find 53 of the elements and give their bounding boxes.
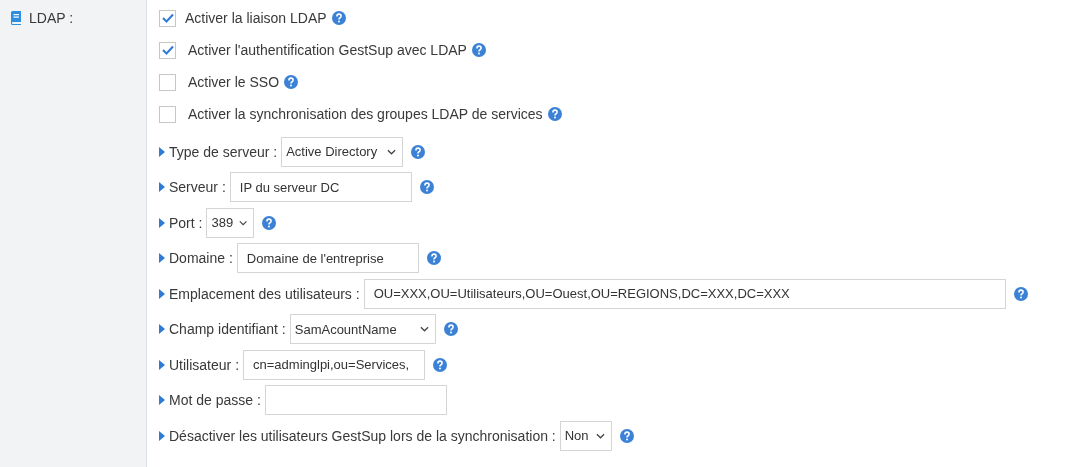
caret-icon (159, 324, 165, 335)
dropdown[interactable]: SamAcountName (289, 314, 436, 345)
help-icon[interactable] (426, 251, 441, 266)
caret-icon (159, 359, 165, 370)
field-label: Port : (169, 214, 203, 231)
help-icon[interactable] (619, 428, 634, 443)
input-field[interactable]: Domaine de l'entreprise (236, 243, 419, 274)
field-label: Mot de passe : (169, 392, 261, 409)
dropdown[interactable]: 389 (206, 207, 255, 238)
help-icon[interactable] (547, 107, 562, 121)
checkbox-label[interactable]: Activer la synchronisation des groupes LDAP de services (188, 106, 543, 122)
section-label: LDAP : (29, 10, 74, 26)
field-label: Emplacement des utilisateurs : (169, 285, 360, 302)
chevron-icon (595, 432, 605, 439)
chevron-icon (239, 219, 248, 226)
help-icon[interactable] (471, 43, 486, 57)
checkbox-label[interactable]: Activer le SSO (188, 74, 280, 90)
field-label: Domaine : (169, 250, 233, 267)
field-label: Type de serveur : (169, 143, 278, 160)
dropdown[interactable]: Non (559, 420, 612, 451)
field-label: Champ identifiant : (169, 321, 286, 338)
help-icon[interactable] (262, 215, 277, 230)
checkbox[interactable] (159, 41, 176, 59)
help-icon[interactable] (331, 11, 346, 25)
caret-icon (159, 217, 165, 228)
caret-icon (159, 146, 165, 157)
help-icon[interactable] (419, 180, 434, 195)
help-icon[interactable] (433, 357, 448, 372)
checkbox-label[interactable]: Activer l'authentification GestSup avec LDAP (188, 42, 467, 58)
checkbox[interactable] (159, 105, 176, 123)
caret-icon (159, 395, 165, 406)
checkbox[interactable] (159, 9, 176, 27)
input-field[interactable]: IP du serveur DC (229, 172, 412, 203)
help-icon[interactable] (411, 144, 426, 159)
field-label: Serveur : (169, 179, 226, 196)
input-field[interactable]: cn=adminglpi,ou=Services, (243, 349, 426, 380)
book-icon (10, 11, 22, 25)
field-label: Utilisateur : (169, 356, 240, 373)
caret-icon (159, 182, 165, 193)
input-field[interactable]: OU=XXX,OU=Utilisateurs,OU=Ouest,OU=REGIONS,DC=XXX,DC=XXX (363, 278, 1006, 309)
checkbox[interactable] (159, 73, 176, 91)
field-label: Désactiver les utilisateurs GestSup lors de la synchronisation : (169, 427, 556, 444)
dropdown[interactable]: Active Directory (281, 136, 404, 167)
help-icon[interactable] (1013, 286, 1028, 301)
caret-icon (159, 430, 165, 441)
help-icon[interactable] (443, 322, 458, 337)
input-field[interactable] (264, 385, 447, 416)
checkbox-label[interactable]: Activer la liaison LDAP (185, 10, 327, 26)
caret-icon (159, 288, 165, 299)
help-icon[interactable] (284, 75, 299, 89)
caret-icon (159, 253, 165, 264)
chevron-icon (419, 326, 429, 333)
chevron-icon (387, 148, 397, 155)
